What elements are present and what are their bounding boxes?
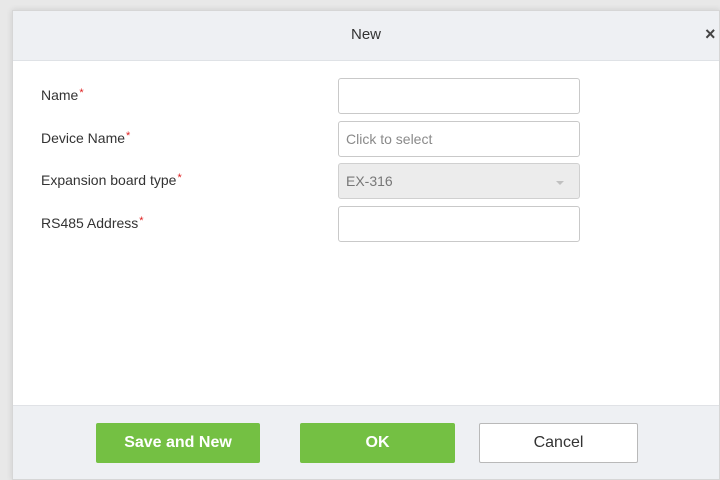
- save-and-new-button[interactable]: Save and New: [96, 423, 260, 463]
- required-mark: *: [79, 87, 84, 99]
- name-label: Name*: [41, 87, 84, 103]
- ok-button[interactable]: OK: [300, 423, 455, 463]
- form-row-name: Name*: [13, 78, 719, 114]
- expansion-board-type-value: EX-316: [346, 173, 393, 189]
- rs485-address-label: RS485 Address*: [41, 215, 144, 231]
- required-mark: *: [126, 130, 131, 142]
- required-mark: *: [139, 215, 144, 227]
- new-dialog: New × Name* Device Name* Expansion board…: [12, 10, 720, 480]
- form-row-expansion-board-type: Expansion board type* EX-316: [13, 163, 719, 199]
- cancel-button[interactable]: Cancel: [479, 423, 638, 463]
- rs485-address-input[interactable]: [338, 206, 580, 242]
- expansion-board-type-select[interactable]: EX-316: [338, 163, 580, 199]
- chevron-down-icon: [556, 181, 564, 185]
- form-row-rs485-address: RS485 Address*: [13, 206, 719, 242]
- required-mark: *: [177, 172, 182, 184]
- expansion-board-type-label: Expansion board type*: [41, 172, 182, 188]
- dialog-title-bar: New ×: [13, 11, 719, 61]
- device-name-label: Device Name*: [41, 130, 131, 146]
- dialog-footer: Save and New OK Cancel: [13, 405, 719, 479]
- close-icon[interactable]: ×: [705, 24, 719, 44]
- form-row-device-name: Device Name*: [13, 121, 719, 157]
- name-input[interactable]: [338, 78, 580, 114]
- dialog-title: New: [350, 26, 381, 43]
- device-name-select-input[interactable]: [338, 121, 580, 157]
